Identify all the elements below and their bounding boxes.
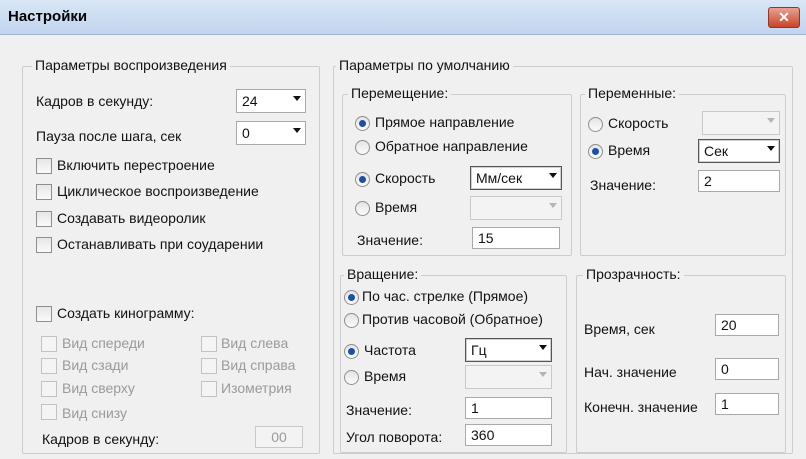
kinogram-fps-label: Кадров в секунду: — [42, 431, 160, 447]
variables-speed-radio[interactable] — [588, 117, 603, 132]
title-bar[interactable]: Настройки ✕ — [0, 0, 806, 35]
time-unit-select[interactable]: Сек — [698, 139, 780, 163]
chevron-down-icon — [767, 118, 775, 123]
view-left-checkbox[interactable] — [201, 336, 217, 352]
transparency-legend: Прозрачность: — [583, 266, 684, 282]
backward-radio[interactable] — [355, 140, 370, 155]
view-left-label: Вид слева — [221, 335, 289, 351]
counterclockwise-label: Против часовой (Обратное) — [362, 311, 543, 327]
view-right-checkbox[interactable] — [201, 358, 217, 374]
chevron-down-icon — [549, 203, 557, 208]
video-checkbox[interactable] — [36, 211, 52, 227]
movement-speed-radio[interactable] — [355, 172, 370, 187]
chevron-down-icon — [767, 146, 775, 151]
clockwise-radio[interactable] — [344, 290, 359, 305]
chevron-down-icon — [539, 345, 547, 350]
movement-speed-label: Скорость — [375, 170, 436, 186]
loop-checkbox[interactable] — [36, 184, 52, 200]
rotation-time-label: Время — [364, 368, 407, 384]
fps-label: Кадров в секунду: — [36, 93, 154, 109]
rebuild-label: Включить перестроение — [57, 157, 215, 173]
angle-input[interactable]: 360 — [465, 424, 552, 446]
angle-label: Угол поворота: — [346, 429, 443, 445]
chevron-down-icon — [293, 96, 301, 101]
rebuild-checkbox[interactable] — [36, 158, 52, 174]
variables-time-label: Время — [608, 142, 651, 158]
movement-time-unit-select[interactable] — [470, 196, 562, 220]
defaults-legend: Параметры по умолчанию — [336, 57, 513, 73]
kinogram-label: Создать кинограмму: — [57, 305, 195, 321]
rotation-time-unit-select[interactable] — [465, 365, 552, 389]
collision-stop-checkbox[interactable] — [36, 237, 52, 253]
variables-speed-unit-select[interactable] — [702, 111, 780, 135]
view-front-checkbox[interactable] — [41, 336, 57, 352]
variables-speed-label: Скорость — [608, 115, 669, 131]
variables-value-input[interactable]: 2 — [698, 170, 780, 192]
end-value-label: Конечн. значение — [584, 399, 698, 415]
close-icon: ✕ — [778, 9, 790, 25]
view-front-label: Вид спереди — [62, 335, 145, 351]
frequency-unit-select[interactable]: Гц — [465, 338, 552, 362]
start-value-input[interactable]: 0 — [715, 358, 779, 380]
clockwise-label: По час. стрелке (Прямое) — [362, 288, 529, 304]
movement-value-label: Значение: — [357, 232, 423, 248]
chevron-down-icon — [539, 372, 547, 377]
transparency-time-label: Время, сек — [584, 321, 655, 337]
variables-time-radio[interactable] — [588, 144, 603, 159]
kinogram-fps-input[interactable]: 00 — [255, 426, 303, 448]
chevron-down-icon — [293, 128, 301, 133]
start-value-label: Нач. значение — [584, 364, 677, 380]
pause-select[interactable]: 0 — [236, 121, 306, 145]
forward-label: Прямое направление — [375, 114, 515, 130]
view-top-checkbox[interactable] — [41, 381, 57, 397]
view-top-label: Вид сверху — [62, 380, 135, 396]
collision-stop-label: Останавливать при соударении — [57, 236, 264, 252]
movement-value-input[interactable]: 15 — [472, 227, 560, 249]
movement-time-radio[interactable] — [355, 201, 370, 216]
loop-label: Циклическое воспроизведение — [57, 183, 259, 199]
view-bottom-checkbox[interactable] — [41, 404, 57, 420]
playback-legend: Параметры воспроизведения — [32, 57, 230, 73]
variables-value-label: Значение: — [590, 177, 656, 193]
forward-radio[interactable] — [355, 116, 370, 131]
frequency-radio[interactable] — [344, 344, 359, 359]
view-back-label: Вид сзади — [62, 357, 129, 373]
fps-select[interactable]: 24 — [236, 89, 306, 113]
movement-legend: Перемещение: — [348, 85, 452, 101]
counterclockwise-radio[interactable] — [344, 313, 359, 328]
view-isometric-label: Изометрия — [221, 380, 292, 396]
transparency-time-input[interactable]: 20 — [715, 314, 779, 336]
backward-label: Обратное направление — [375, 138, 528, 154]
view-isometric-checkbox[interactable] — [201, 381, 217, 397]
close-button[interactable]: ✕ — [768, 7, 800, 28]
settings-dialog: Настройки ✕ Параметры воспроизведения Ка… — [0, 0, 806, 459]
end-value-input[interactable]: 1 — [715, 393, 779, 415]
movement-time-label: Время — [375, 199, 418, 215]
chevron-down-icon — [549, 173, 557, 178]
window-title: Настройки — [8, 8, 88, 25]
rotation-time-radio[interactable] — [344, 370, 359, 385]
rotation-value-input[interactable]: 1 — [465, 397, 552, 419]
view-back-checkbox[interactable] — [41, 358, 57, 374]
view-right-label: Вид справа — [221, 357, 296, 373]
rotation-value-label: Значение: — [346, 402, 412, 418]
frequency-label: Частота — [364, 342, 416, 358]
view-bottom-label: Вид снизу — [62, 405, 128, 421]
kinogram-checkbox[interactable] — [36, 306, 52, 322]
speed-unit-select[interactable]: Мм/сек — [470, 166, 562, 190]
variables-legend: Переменные: — [585, 85, 680, 101]
video-label: Создавать видеоролик — [57, 210, 206, 226]
pause-label: Пауза после шага, сек — [36, 128, 182, 144]
rotation-legend: Вращение: — [344, 266, 422, 282]
